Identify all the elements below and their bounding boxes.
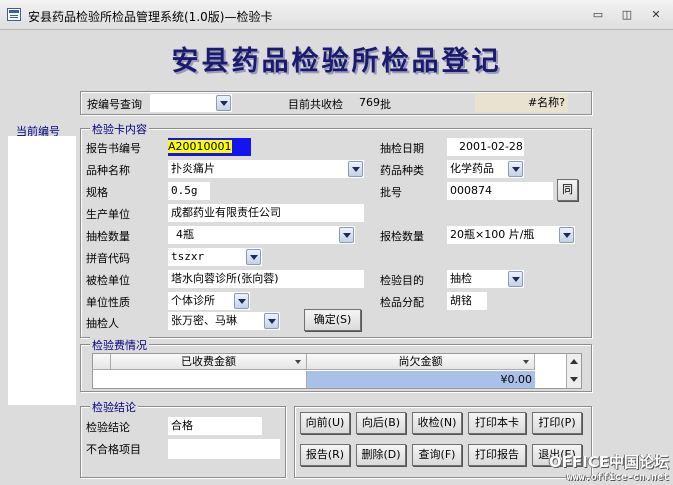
- chevron-down-icon[interactable]: [246, 249, 261, 265]
- name-box[interactable]: #名称?: [475, 94, 568, 112]
- chevron-down-icon[interactable]: [264, 313, 279, 329]
- spec-label: 规格: [86, 186, 108, 199]
- previous-button[interactable]: 向前(U): [300, 412, 350, 434]
- row-selector-header: [93, 354, 111, 370]
- chevron-down-icon[interactable]: [339, 227, 354, 243]
- watermark: OFFICE中国论坛 www.office-cn.net: [549, 451, 669, 483]
- inspected-field[interactable]: 塔水向蓉诊所(张向蓉): [168, 270, 364, 288]
- scroll-up-icon[interactable]: [570, 359, 578, 364]
- report-qty-combo[interactable]: 20瓶×100 片/瓶: [447, 226, 575, 244]
- minimize-button[interactable]: ▭: [588, 7, 608, 23]
- delete-button[interactable]: 删除(D): [356, 444, 406, 466]
- assign-label: 检品分配: [380, 296, 424, 309]
- result-label: 检验结论: [86, 421, 130, 434]
- result-field[interactable]: 合格: [168, 417, 262, 435]
- window-title: 安县药品检验所检品管理系统(1.0版)—检验卡: [28, 10, 273, 24]
- print-card-button[interactable]: 打印本卡: [468, 412, 526, 434]
- conclusion-legend: 检验结论: [90, 399, 138, 415]
- unit-type-label: 单位性质: [86, 296, 130, 309]
- product-combo[interactable]: 扑炎痛片: [168, 160, 364, 178]
- chevron-down-icon[interactable]: [216, 95, 231, 111]
- query-button[interactable]: 查询(F): [412, 444, 462, 466]
- paid-column-header[interactable]: 已收费金额: [111, 354, 307, 370]
- owed-cell[interactable]: ¥0.00: [307, 371, 535, 388]
- count-value: 769: [359, 96, 380, 109]
- scroll-down-icon[interactable]: [570, 377, 578, 382]
- inspected-label: 被检单位: [86, 274, 130, 287]
- inspection-card-form: 安县药品检验所检品登记 按编号查询 目前共收检 769 批 #名称? 当前编号 …: [2, 31, 671, 483]
- fail-items-field[interactable]: [168, 439, 280, 459]
- watermark-line-2: www.office-cn.net: [566, 472, 669, 483]
- restore-button[interactable]: ◫: [617, 7, 637, 23]
- print-report-button[interactable]: 打印报告: [468, 444, 526, 466]
- current-number-list[interactable]: [8, 136, 76, 405]
- paid-cell[interactable]: [111, 371, 307, 388]
- owed-column-header[interactable]: 尚欠金额: [307, 354, 535, 370]
- category-label: 药品种类: [380, 164, 424, 177]
- query-label: 按编号查询: [87, 98, 142, 111]
- maker-field[interactable]: 成都药业有限责任公司: [168, 204, 364, 222]
- category-combo[interactable]: 化学药品: [447, 160, 524, 178]
- confirm-button[interactable]: 确定(S): [304, 309, 361, 331]
- card-legend: 检验卡内容: [90, 121, 149, 137]
- sample-qty-label: 抽检数量: [86, 230, 130, 243]
- purpose-combo[interactable]: 抽检: [447, 270, 524, 288]
- batch-field[interactable]: 000874: [447, 182, 553, 200]
- date-field[interactable]: 2001-02-28: [447, 138, 524, 156]
- app-form-icon: [7, 8, 21, 21]
- spec-field[interactable]: 0.5g: [168, 182, 210, 200]
- fees-grid[interactable]: 已收费金额 尚欠金额 ¥0.00: [92, 353, 582, 389]
- receive-button[interactable]: 收检(N): [412, 412, 462, 434]
- chevron-down-icon[interactable]: [348, 161, 363, 177]
- unit-type-combo[interactable]: 个体诊所: [168, 292, 250, 310]
- chevron-down-icon[interactable]: [508, 271, 523, 287]
- query-number-combo[interactable]: [150, 94, 232, 112]
- same-button[interactable]: 同: [557, 179, 578, 201]
- report-no-field[interactable]: A20010001: [168, 138, 251, 156]
- count-label: 目前共收检: [288, 98, 343, 111]
- fees-legend: 检验费情况: [90, 337, 149, 353]
- chevron-down-icon[interactable]: [234, 293, 249, 309]
- product-label: 品种名称: [86, 164, 130, 177]
- close-button[interactable]: ✕: [646, 7, 666, 23]
- fail-items-label: 不合格项目: [86, 443, 141, 456]
- title-bar: 安县药品检验所检品管理系统(1.0版)—检验卡 ▭ ◫ ✕: [0, 0, 673, 30]
- sampler-label: 抽检人: [86, 317, 119, 330]
- sort-arrow-icon: [523, 360, 529, 364]
- purpose-label: 检验目的: [380, 274, 424, 287]
- chevron-down-icon[interactable]: [559, 227, 574, 243]
- report-no-label: 报告书编号: [86, 142, 141, 155]
- pinyin-label: 拼音代码: [86, 252, 130, 265]
- sampler-combo[interactable]: 张万密、马琳: [168, 312, 280, 330]
- maker-label: 生产单位: [86, 208, 130, 221]
- sort-arrow-icon: [295, 360, 301, 364]
- report-qty-label: 报检数量: [380, 230, 424, 243]
- pinyin-combo[interactable]: tszxr: [168, 248, 262, 266]
- report-button[interactable]: 报告(R): [300, 444, 350, 466]
- watermark-line-1: OFFICE中国论坛: [548, 453, 669, 471]
- assign-field[interactable]: 胡铭: [447, 292, 487, 310]
- form-heading: 安县药品检验所检品登记: [171, 46, 502, 77]
- next-button[interactable]: 向后(B): [356, 412, 406, 434]
- sample-qty-combo[interactable]: 4瓶: [168, 226, 355, 244]
- date-label: 抽检日期: [380, 142, 424, 155]
- chevron-down-icon[interactable]: [508, 161, 523, 177]
- count-unit: 批: [380, 98, 391, 111]
- batch-label: 批号: [380, 186, 402, 199]
- print-button[interactable]: 打印(P): [532, 412, 582, 434]
- grid-scrollbar[interactable]: [566, 354, 581, 388]
